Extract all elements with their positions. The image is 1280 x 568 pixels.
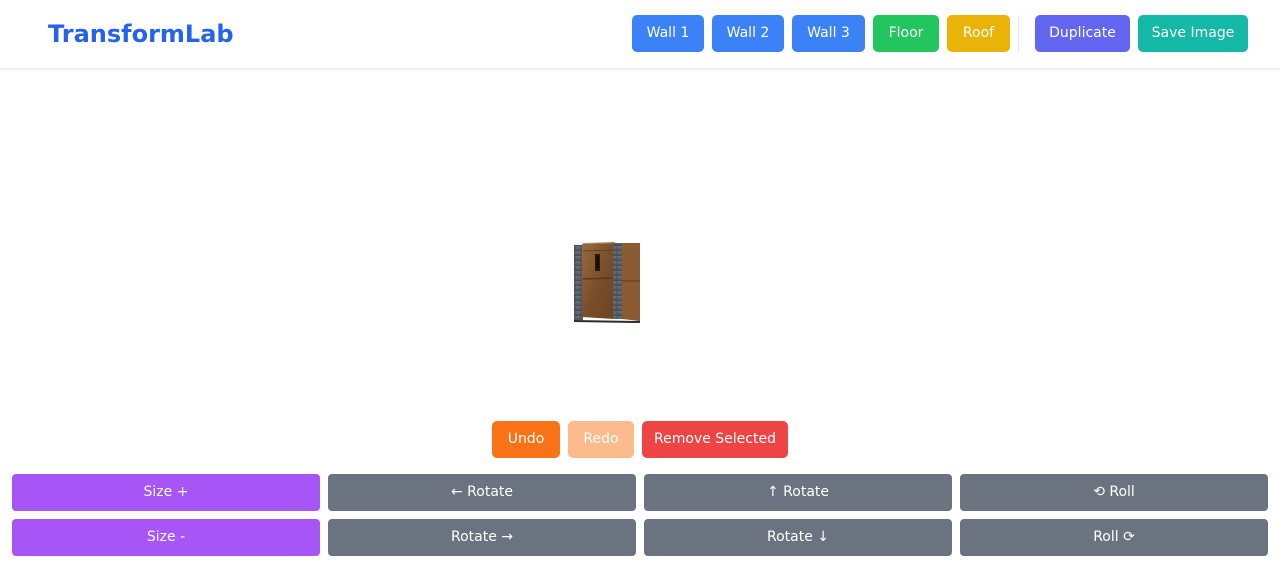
top-toolbar: TransformLab Wall 1 Wall 2 Wall 3 Floor … [0, 0, 1280, 68]
add-floor-button[interactable]: Floor [873, 15, 939, 52]
app-logo: TransformLab [48, 20, 234, 48]
toolbar-divider [1018, 15, 1019, 52]
add-wall-3-button[interactable]: Wall 3 [792, 15, 865, 52]
rotate-right-button[interactable]: Rotate → [328, 519, 636, 556]
add-wall-1-button[interactable]: Wall 1 [632, 15, 704, 52]
add-wall-2-button[interactable]: Wall 2 [712, 15, 784, 52]
roll-clockwise-button[interactable]: Roll ⟳ [960, 519, 1268, 556]
undo-button[interactable]: Undo [492, 421, 560, 458]
rotate-down-button[interactable]: Rotate ↓ [644, 519, 952, 556]
roll-counterclockwise-button[interactable]: ⟲ Roll [960, 474, 1268, 511]
wall-model-object[interactable] [572, 241, 642, 325]
duplicate-button[interactable]: Duplicate [1035, 15, 1130, 52]
save-image-button[interactable]: Save Image [1138, 15, 1248, 52]
rotate-up-button[interactable]: ↑ Rotate [644, 474, 952, 511]
add-roof-button[interactable]: Roof [947, 15, 1010, 52]
size-increase-button[interactable]: Size + [12, 474, 320, 511]
remove-selected-button[interactable]: Remove Selected [642, 421, 788, 458]
size-decrease-button[interactable]: Size - [12, 519, 320, 556]
redo-button[interactable]: Redo [568, 421, 634, 458]
rotate-left-button[interactable]: ← Rotate [328, 474, 636, 511]
